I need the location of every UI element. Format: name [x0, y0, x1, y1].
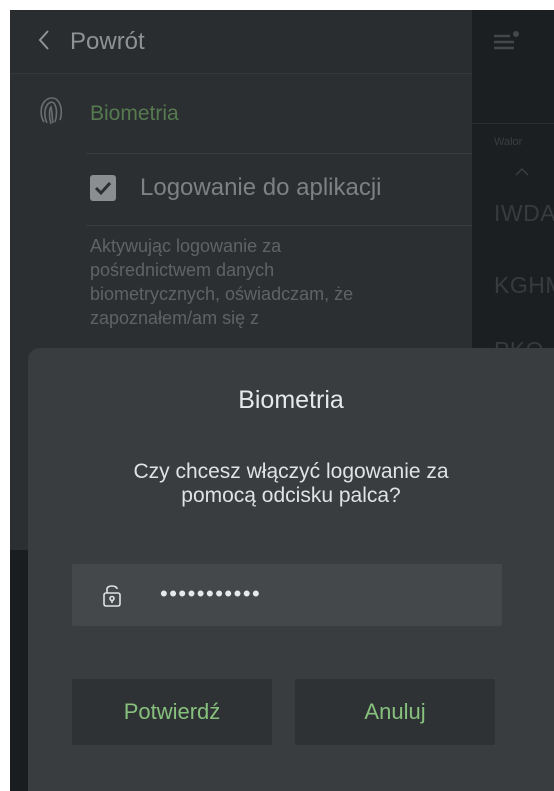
- description-line: zapoznałem/am się z: [90, 308, 260, 328]
- side-panel-top: [472, 74, 554, 124]
- checkmark-icon: [94, 181, 112, 196]
- side-ticker[interactable]: IWDA: [494, 200, 554, 227]
- dialog-message-line: pomocą odcisku palca?: [181, 484, 401, 507]
- login-checkbox-label[interactable]: Logowanie do aplikacji: [140, 174, 382, 202]
- biometrics-dialog: Biometria Czy chcesz włączyć logowanie z…: [28, 348, 554, 791]
- dialog-message: Czy chcesz włączyć logowanie za pomocą o…: [72, 460, 510, 508]
- confirm-button[interactable]: Potwierdź: [72, 679, 272, 745]
- back-label[interactable]: Powrót: [70, 28, 145, 56]
- login-checkbox[interactable]: [90, 175, 116, 201]
- description-line: biometrycznych, oświadczam, że: [90, 284, 354, 304]
- password-field[interactable]: •••••••••••: [72, 564, 502, 626]
- description-line: pośrednictwem danych: [90, 260, 275, 280]
- caret-up-icon[interactable]: [514, 166, 530, 176]
- side-ticker[interactable]: KGHM: [494, 272, 554, 299]
- top-bar: Powrót: [10, 10, 472, 74]
- app-screen: Powrót Biometria Logowanie do aplikacji …: [10, 10, 554, 791]
- cancel-button[interactable]: Anuluj: [295, 679, 495, 745]
- biometrics-description: Aktywując logowanie za pośrednictwem dan…: [90, 234, 430, 330]
- menu-notification-icon[interactable]: [492, 30, 522, 52]
- biometrics-section-title: Biometria: [90, 102, 179, 125]
- divider: [86, 153, 472, 154]
- side-column-header: Walor: [494, 136, 523, 148]
- dialog-message-line: Czy chcesz włączyć logowanie za: [133, 460, 449, 483]
- chevron-left-icon[interactable]: [36, 27, 52, 53]
- password-value: •••••••••••: [160, 581, 262, 606]
- divider: [86, 225, 472, 226]
- description-line: Aktywując logowanie za: [90, 236, 282, 256]
- unlock-icon: [103, 585, 121, 607]
- fingerprint-icon: [40, 97, 63, 125]
- dialog-title: Biometria: [238, 386, 344, 414]
